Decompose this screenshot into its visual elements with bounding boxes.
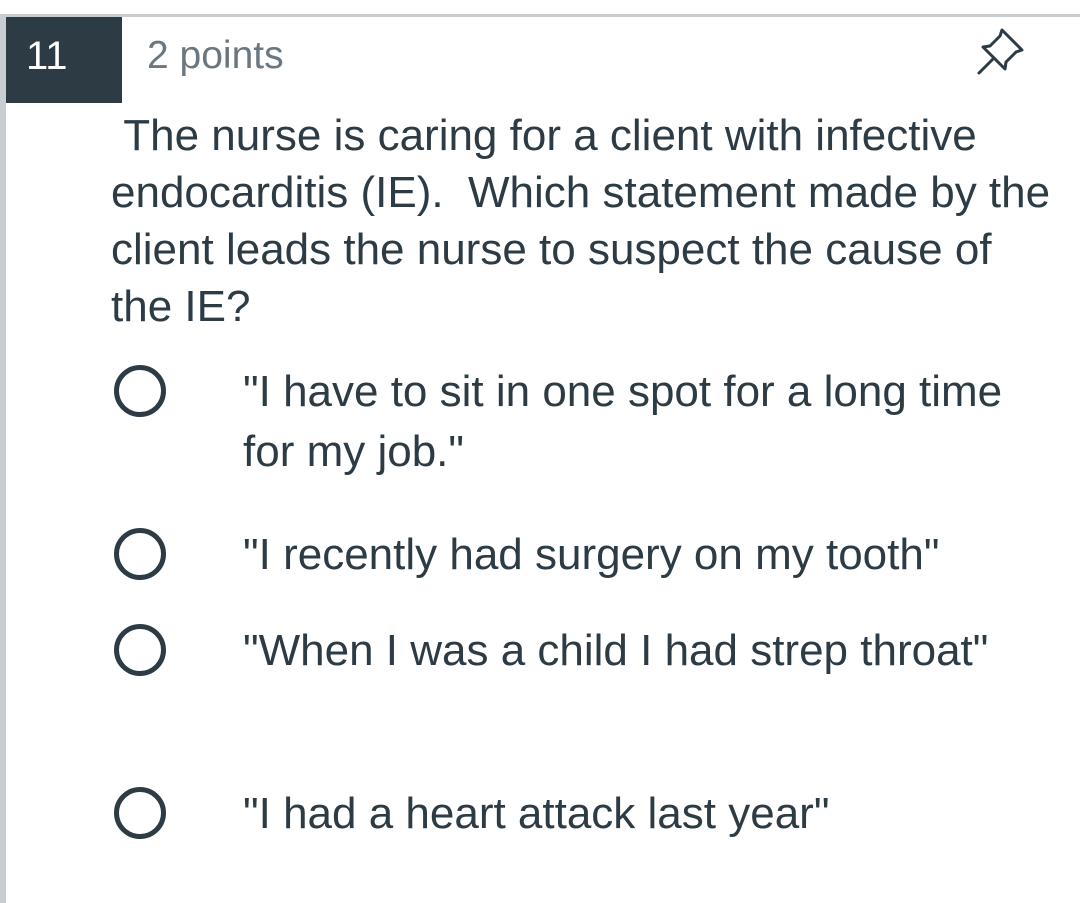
question-number: 11 [6,17,122,103]
pin-icon-graphic [977,28,1024,75]
answer-option-4[interactable]: "I had a heart attack last year" [110,784,1030,844]
radio-button[interactable] [114,787,166,839]
answer-option-3[interactable]: "When I was a child I had strep throat" [110,621,1030,741]
pin-icon[interactable] [972,24,1028,80]
answer-label: "I have to sit in one spot for a long ti… [243,367,1003,476]
radio-button[interactable] [114,624,166,676]
card-left-border [0,14,6,903]
question-points: 2 points [147,34,284,77]
question-text: The nurse is caring for a client with in… [111,111,1063,331]
answer-label: "I had a heart attack last year" [243,789,830,838]
answer-option-1[interactable]: "I have to sit in one spot for a long ti… [110,362,1030,482]
question-card: 11 2 points The nurse is caring for a cl… [0,0,1080,903]
answer-label: "When I was a child I had strep throat" [243,626,989,675]
radio-button[interactable] [114,365,166,417]
answer-label: "I recently had surgery on my tooth" [243,530,940,579]
card-top-border [0,14,1080,17]
radio-button[interactable] [114,528,166,580]
answer-option-2[interactable]: "I recently had surgery on my tooth" [110,525,1030,585]
